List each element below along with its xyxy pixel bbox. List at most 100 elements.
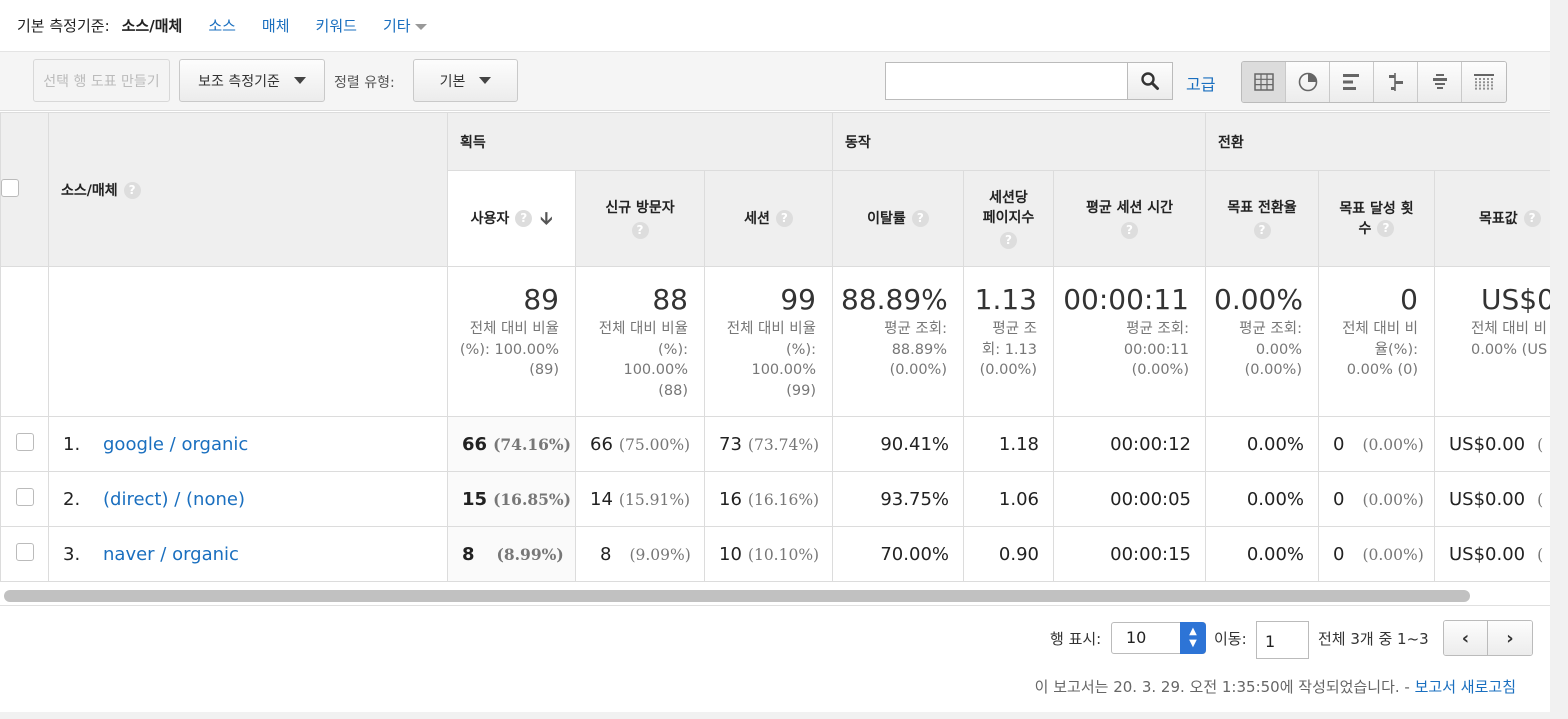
report-panel: 기본 측정기준: 소스/매체 소스 매체 키워드 기타 선택 행 도표 만들기 …	[0, 0, 1550, 712]
column-sessions[interactable]: 세션?	[704, 170, 833, 267]
row-new-users-pct: (15.91%)	[618, 490, 691, 509]
dimension-source-medium[interactable]: 소스/매체	[122, 15, 183, 36]
advanced-filter-link[interactable]: 고급	[1186, 71, 1215, 95]
sub-line: (%):	[658, 341, 688, 358]
column-new-users[interactable]: 신규 방문자?	[575, 170, 705, 267]
total-avg-session-duration: 00:00:11 평균 조회: 00:00:11 (0.00%)	[1053, 266, 1206, 417]
row-source-link[interactable]: google / organic	[103, 434, 248, 455]
chevron-left-icon: ‹	[1461, 627, 1470, 649]
chevron-down-icon	[414, 23, 427, 30]
pie-view-button[interactable]	[1286, 62, 1330, 102]
column-bounce-rate[interactable]: 이탈률?	[832, 170, 964, 267]
comparison-icon	[1388, 73, 1403, 91]
column-goal-completions[interactable]: 목표 달성 횟 수?	[1318, 170, 1435, 267]
column-pages-per-session[interactable]: 세션당 페이지수?	[963, 170, 1054, 267]
row-users-pct: (8.99%)	[496, 544, 564, 564]
horizontal-scrollbar-thumb[interactable]	[4, 590, 1470, 602]
row-source-link[interactable]: (direct) / (none)	[103, 489, 245, 510]
row-users-value: 15	[462, 488, 488, 510]
column-goal-value[interactable]: 목표값?	[1434, 170, 1550, 267]
secondary-dimension-dropdown[interactable]: 보조 측정기준	[179, 59, 325, 102]
goto-page-input[interactable]: 1	[1256, 621, 1309, 659]
sort-type-label: 정렬 유형:	[334, 75, 395, 91]
plot-rows-button[interactable]: 선택 행 도표 만들기	[33, 59, 170, 102]
total-bounce-rate-value: 88.89%	[841, 283, 948, 316]
help-icon[interactable]: ?	[775, 210, 793, 227]
dimension-medium[interactable]: 매체	[262, 15, 290, 36]
table-search-input[interactable]	[885, 62, 1129, 100]
column-avg-session-duration[interactable]: 평균 세션 시간?	[1053, 170, 1206, 267]
help-icon[interactable]: ?	[911, 210, 929, 227]
rows-per-page-value: 10	[1126, 628, 1147, 647]
report-created-text: 이 보고서는 20. 3. 29. 오전 1:35:50에 작성되었습니다. -	[1034, 678, 1410, 696]
page-range-text: 전체 3개 중 1~3	[1318, 630, 1429, 648]
total-goal-conversion-rate-value: 0.00%	[1214, 283, 1303, 316]
search-button[interactable]	[1127, 62, 1173, 100]
sub-line: (99)	[786, 382, 816, 399]
total-goal-completions-sub: 전체 대비 비 율(%): 0.00% (0)	[1327, 319, 1418, 381]
row-index: 2.	[63, 488, 81, 510]
row-new-users-pct: (75.00%)	[618, 435, 691, 454]
total-pages-per-session-sub: 평균 조 회: 1.13 (0.00%)	[972, 319, 1037, 381]
row-checkbox[interactable]	[15, 432, 34, 451]
total-avg-session-duration-value: 00:00:11	[1063, 283, 1189, 316]
total-new-users-value: 88	[652, 283, 688, 316]
column-goal-conversion-rate[interactable]: 목표 전환율?	[1205, 170, 1319, 267]
row-checkbox[interactable]	[15, 487, 34, 506]
previous-page-button[interactable]: ‹	[1444, 621, 1488, 655]
comparison-view-button[interactable]	[1374, 62, 1418, 102]
dimension-keyword[interactable]: 키워드	[316, 15, 357, 36]
total-pages-per-session-value: 1.13	[974, 283, 1037, 316]
help-icon[interactable]: ?	[1253, 222, 1271, 239]
rows-per-page-select[interactable]: 10 ▲ ▼	[1111, 622, 1206, 654]
table-row: 2. (direct) / (none) 15 (16.85%) 14 (15.91%…	[0, 471, 1550, 527]
column-users[interactable]: 사용자? 🡫	[447, 170, 576, 267]
table-view-button[interactable]	[1242, 62, 1286, 102]
dimension-source[interactable]: 소스	[208, 15, 236, 36]
pie-chart-icon	[1298, 72, 1317, 92]
help-icon[interactable]: ?	[1000, 232, 1017, 249]
sort-type-dropdown[interactable]: 기본	[413, 59, 518, 102]
help-icon[interactable]: ?	[515, 210, 533, 227]
row-bounce-rate: 90.41%	[832, 416, 964, 472]
row-goal-conversion-rate: 0.00%	[1205, 471, 1319, 527]
help-icon[interactable]: ?	[1121, 222, 1138, 239]
sub-line: 88.89%	[891, 341, 947, 358]
row-pages-per-session: 1.18	[963, 416, 1054, 472]
total-users-sub: 전체 대비 비율 (%): 100.00% (89)	[456, 319, 559, 381]
totals-dimension-cell	[48, 266, 448, 417]
group-behavior: 동작	[832, 112, 1206, 171]
chevron-down-icon	[479, 77, 492, 84]
help-icon[interactable]: ?	[1377, 220, 1395, 237]
next-page-button[interactable]: ›	[1488, 621, 1532, 655]
row-goal-completions-value: 0	[1333, 543, 1345, 565]
sub-line: (0.00%)	[889, 362, 947, 378]
row-goal-conversion-rate: 0.00%	[1205, 526, 1319, 582]
total-new-users-sub: 전체 대비 비율 (%): 100.00% (88)	[584, 319, 688, 401]
pivot-view-button[interactable]	[1462, 62, 1506, 102]
row-users-pct: (74.16%)	[493, 434, 571, 454]
row-checkbox[interactable]	[15, 542, 34, 561]
help-icon[interactable]: ?	[631, 222, 649, 239]
refresh-report-link[interactable]: 보고서 새로고침	[1415, 678, 1516, 696]
pages-per-session-header-line1: 세션당	[989, 190, 1028, 206]
select-all-checkbox[interactable]	[1, 178, 19, 197]
users-header-label: 사용자	[470, 210, 510, 227]
term-cloud-view-button[interactable]	[1418, 62, 1462, 102]
sort-desc-arrow-icon[interactable]: 🡫	[540, 209, 552, 229]
dimension-other-dropdown[interactable]: 기타	[383, 15, 427, 36]
help-icon[interactable]: ?	[123, 182, 141, 199]
totals-checkbox-cell	[0, 266, 49, 417]
select-all-cell	[0, 112, 49, 267]
help-icon[interactable]: ?	[1523, 210, 1541, 227]
table-toolbar: 선택 행 도표 만들기 보조 측정기준 정렬 유형: 기본 고급	[0, 52, 1550, 111]
goal-value-header-label: 목표값	[1479, 210, 1518, 227]
row-source-link[interactable]: naver / organic	[103, 544, 239, 565]
performance-view-button[interactable]	[1330, 62, 1374, 102]
sort-type-value: 기본	[439, 73, 466, 90]
row-users-value: 8	[462, 543, 475, 565]
row-goal-conversion-rate: 0.00%	[1205, 416, 1319, 472]
dimension-column-header[interactable]: 소스/매체?	[48, 112, 448, 267]
sub-line: 100.00%	[751, 362, 816, 378]
report-table: 소스/매체? 획득 동작 전환 사용자? 🡫 신규 방문자? 세션? 이탈률? 세…	[0, 112, 1550, 582]
